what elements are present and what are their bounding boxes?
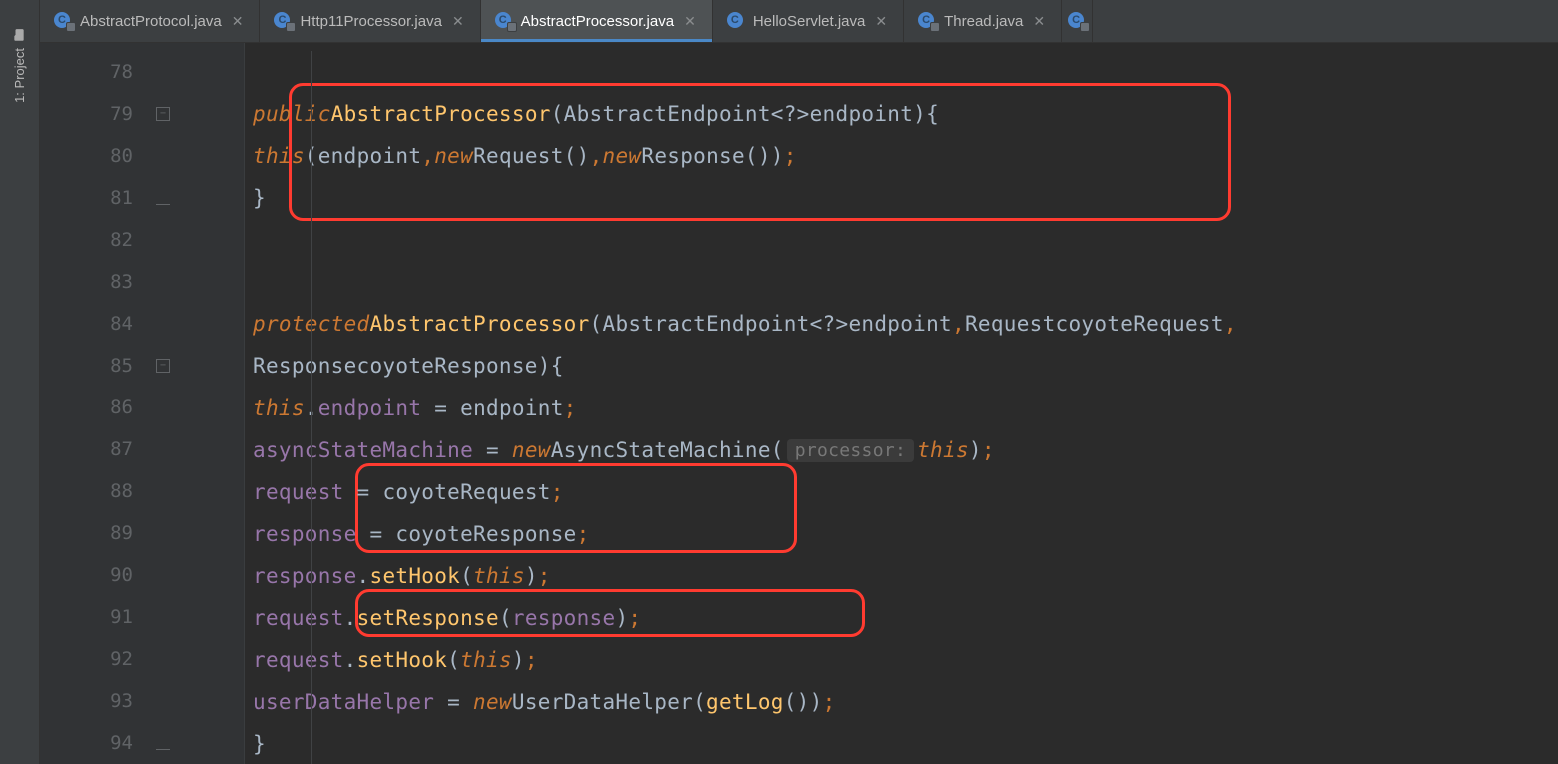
java-class-icon: C bbox=[918, 12, 936, 30]
code-line: protected AbstractProcessor(AbstractEndp… bbox=[245, 303, 1558, 345]
lock-icon bbox=[1080, 22, 1090, 32]
lock-icon bbox=[66, 22, 76, 32]
tab-thread[interactable]: C Thread.java ✕ bbox=[904, 0, 1062, 42]
line-number[interactable]: 78 bbox=[40, 51, 155, 93]
left-sidebar: 1: Project bbox=[0, 0, 40, 764]
line-number[interactable]: 88 bbox=[40, 470, 155, 512]
main-area: C AbstractProtocol.java ✕ C Http11Proces… bbox=[40, 0, 1558, 764]
code-line: request.setHook(this); bbox=[245, 639, 1558, 681]
line-number[interactable]: 90 bbox=[40, 554, 155, 596]
code-line: response.setHook(this); bbox=[245, 555, 1558, 597]
line-number[interactable]: 84 bbox=[40, 303, 155, 345]
folder-icon bbox=[13, 28, 27, 42]
line-number[interactable]: 92 bbox=[40, 638, 155, 680]
line-number[interactable]: 80 bbox=[40, 135, 155, 177]
code-line: response = coyoteResponse; bbox=[245, 513, 1558, 555]
line-number[interactable]: 93 bbox=[40, 680, 155, 722]
tab-label: AbstractProcessor.java bbox=[521, 13, 674, 30]
line-number[interactable]: 81 bbox=[40, 177, 155, 219]
tab-helloservlet[interactable]: C HelloServlet.java ✕ bbox=[713, 0, 904, 42]
close-icon[interactable]: ✕ bbox=[450, 11, 466, 32]
java-class-icon: C bbox=[54, 12, 72, 30]
code-line bbox=[245, 261, 1558, 303]
tab-label: Http11Processor.java bbox=[300, 13, 441, 30]
fold-toggle-icon[interactable] bbox=[156, 359, 170, 373]
line-number[interactable]: 83 bbox=[40, 261, 155, 303]
java-class-icon: C bbox=[1068, 12, 1086, 30]
project-tab-label: 1: Project bbox=[12, 48, 27, 103]
code-line: this(endpoint, new Request(), new Respon… bbox=[245, 135, 1558, 177]
fold-toggle-icon[interactable] bbox=[156, 107, 170, 121]
java-class-icon: C bbox=[727, 12, 745, 30]
editor[interactable]: 78 79 80 81 82 83 84 85 86 87 88 89 90 9… bbox=[40, 43, 1558, 764]
project-tool-window-tab[interactable]: 1: Project bbox=[8, 20, 31, 111]
lock-icon bbox=[286, 22, 296, 32]
tab-label: HelloServlet.java bbox=[753, 13, 866, 30]
tab-label: Thread.java bbox=[944, 13, 1023, 30]
line-number[interactable]: 79 bbox=[40, 93, 155, 135]
line-number[interactable]: 91 bbox=[40, 596, 155, 638]
code-line: Response coyoteResponse) { bbox=[245, 345, 1558, 387]
fold-gutter bbox=[155, 43, 245, 764]
close-icon[interactable]: ✕ bbox=[1031, 11, 1047, 32]
tab-http11processor[interactable]: C Http11Processor.java ✕ bbox=[260, 0, 480, 42]
tab-label: AbstractProtocol.java bbox=[80, 13, 222, 30]
code-line: } bbox=[245, 723, 1558, 764]
close-icon[interactable]: ✕ bbox=[682, 11, 698, 32]
line-number[interactable]: 87 bbox=[40, 428, 155, 470]
lock-icon bbox=[507, 22, 517, 32]
code-line: request.setResponse(response); bbox=[245, 597, 1558, 639]
code-line: this.endpoint = endpoint; bbox=[245, 387, 1558, 429]
close-icon[interactable]: ✕ bbox=[230, 11, 246, 32]
fold-end-icon[interactable] bbox=[156, 191, 170, 205]
code-line bbox=[245, 51, 1558, 93]
line-number[interactable]: 94 bbox=[40, 722, 155, 764]
tab-overflow[interactable]: C bbox=[1062, 0, 1093, 42]
code-text-area[interactable]: public AbstractProcessor(AbstractEndpoin… bbox=[245, 43, 1558, 764]
code-line: request = coyoteRequest; bbox=[245, 471, 1558, 513]
java-class-icon: C bbox=[495, 12, 513, 30]
code-line: asyncStateMachine = new AsyncStateMachin… bbox=[245, 429, 1558, 471]
tab-abstractprocessor[interactable]: C AbstractProcessor.java ✕ bbox=[481, 0, 713, 42]
code-line: } bbox=[245, 177, 1558, 219]
workspace: 1: Project C AbstractProtocol.java ✕ C H… bbox=[0, 0, 1558, 764]
fold-end-icon[interactable] bbox=[156, 736, 170, 750]
line-number[interactable]: 86 bbox=[40, 387, 155, 429]
lock-icon bbox=[930, 22, 940, 32]
code-line bbox=[245, 219, 1558, 261]
tab-abstractprotocol[interactable]: C AbstractProtocol.java ✕ bbox=[40, 0, 260, 42]
line-number-gutter: 78 79 80 81 82 83 84 85 86 87 88 89 90 9… bbox=[40, 43, 155, 764]
code-line: userDataHelper = new UserDataHelper(getL… bbox=[245, 681, 1558, 723]
java-class-icon: C bbox=[274, 12, 292, 30]
line-number[interactable]: 85 bbox=[40, 345, 155, 387]
line-number[interactable]: 82 bbox=[40, 219, 155, 261]
editor-tabs-bar: C AbstractProtocol.java ✕ C Http11Proces… bbox=[40, 0, 1558, 43]
line-number[interactable]: 89 bbox=[40, 512, 155, 554]
code-line: public AbstractProcessor(AbstractEndpoin… bbox=[245, 93, 1558, 135]
close-icon[interactable]: ✕ bbox=[873, 11, 889, 32]
parameter-hint: processor: bbox=[787, 439, 914, 462]
